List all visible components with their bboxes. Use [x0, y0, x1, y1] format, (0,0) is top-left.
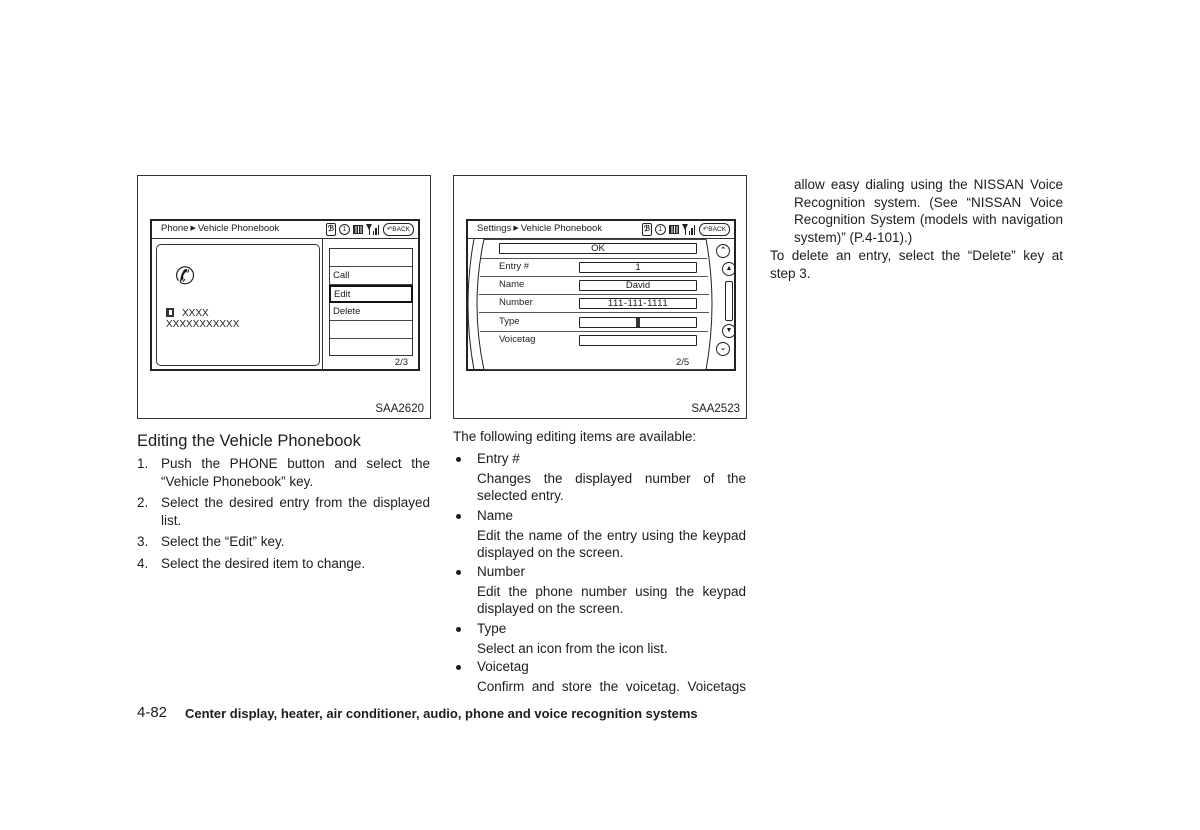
screen-header: Phone ▶ Vehicle Phonebook ℬ 1 ↶ BACK	[152, 221, 418, 239]
page-down-icon[interactable]: ⌄	[716, 342, 730, 356]
menu-item-edit[interactable]: Edit	[329, 285, 413, 303]
page-indicator: 2/5	[676, 357, 690, 368]
phone-handset-icon: ✆	[175, 263, 196, 290]
bullet-icon	[456, 665, 461, 670]
menu-item-delete[interactable]: Delete	[330, 303, 412, 321]
figure-label: SAA2523	[691, 403, 740, 415]
figure-label: SAA2620	[375, 403, 424, 415]
ok-button[interactable]: OK	[499, 243, 697, 254]
breadcrumb-arrow-icon: ▶	[513, 225, 519, 232]
breadcrumb: Settings ▶ Vehicle Phonebook	[477, 223, 602, 234]
bullet-icon	[456, 570, 461, 575]
breadcrumb-phone[interactable]: Phone	[161, 223, 188, 234]
page-up-icon[interactable]: ⌃	[716, 244, 730, 258]
bluetooth-icon: ℬ	[641, 222, 652, 236]
section-title: Center display, heater, air conditioner,…	[185, 706, 698, 721]
contact-number: XXXXXXXXXXX	[166, 318, 240, 330]
row-label-number: Number	[499, 297, 533, 308]
contact-panel: ✆ XXXX XXXXXXXXXXX	[156, 244, 320, 366]
bullet-icon	[456, 514, 461, 519]
menu-item-empty	[330, 249, 412, 267]
row-divider	[480, 331, 708, 332]
voicetag-continuation: allow easy dialing using the NISSAN Voic…	[794, 177, 1063, 245]
screen-header: Settings ▶ Vehicle Phonebook ℬ 1 ↶ BACK	[468, 221, 734, 239]
row-divider	[480, 276, 708, 277]
scroll-down-icon[interactable]: ▼	[722, 324, 736, 338]
row-divider	[479, 294, 709, 295]
info-icon: 1	[654, 223, 666, 235]
type-field[interactable]	[579, 317, 697, 328]
contact-info: XXXX XXXXXXXXXXX	[166, 308, 239, 330]
menu-item-empty	[330, 339, 412, 357]
name-field[interactable]: David	[579, 280, 697, 291]
figure-phonebook-entry: Phone ▶ Vehicle Phonebook ℬ 1 ↶ BACK ✆ XXXX…	[137, 175, 431, 419]
editing-intro: The following editing items are availabl…	[453, 429, 697, 444]
breadcrumb: Phone ▶ Vehicle Phonebook	[161, 223, 279, 234]
info-icon: 1	[338, 223, 350, 235]
screen-divider	[322, 238, 323, 371]
breadcrumb-settings[interactable]: Settings	[477, 223, 511, 234]
row-label-entry: Entry #	[499, 261, 530, 272]
number-field[interactable]: 111-111-1111	[579, 298, 697, 309]
status-icons: ℬ 1 ↶ BACK	[325, 222, 414, 236]
menu-list: Call Edit Delete	[329, 248, 413, 356]
voicetag-field[interactable]	[579, 335, 697, 346]
row-label-voicetag: Voicetag	[499, 334, 536, 345]
contact-name: XXXX	[182, 308, 209, 319]
battery-icon	[668, 224, 679, 234]
row-label-type: Type	[499, 316, 520, 327]
section-heading: Editing the Vehicle Phonebook	[137, 432, 361, 450]
back-button[interactable]: ↶ BACK	[698, 222, 730, 236]
breadcrumb-arrow-icon: ▶	[190, 225, 196, 232]
phone-screen: Phone ▶ Vehicle Phonebook ℬ 1 ↶ BACK ✆ XXXX…	[150, 219, 420, 371]
signal-icon	[365, 223, 380, 235]
row-divider	[479, 312, 709, 313]
entry-number-field[interactable]: 1	[579, 262, 697, 273]
row-label-name: Name	[499, 279, 525, 290]
scroll-up-icon[interactable]: ▲	[722, 262, 736, 276]
page-indicator: 2/3	[394, 357, 408, 368]
back-button[interactable]: ↶ BACK	[382, 222, 414, 236]
battery-icon	[352, 224, 363, 234]
breadcrumb-vehicle-phonebook: Vehicle Phonebook	[197, 223, 280, 234]
settings-screen: Settings ▶ Vehicle Phonebook ℬ 1 ↶ BACK OK …	[466, 219, 736, 371]
breadcrumb-vehicle-phonebook: Vehicle Phonebook	[520, 223, 603, 234]
menu-item-call[interactable]: Call	[330, 267, 412, 285]
bullet-icon	[456, 457, 461, 462]
status-icons: ℬ 1 ↶ BACK	[641, 222, 730, 236]
bluetooth-icon: ℬ	[325, 222, 336, 236]
page-number: 4-82	[137, 704, 168, 721]
signal-icon	[681, 223, 696, 235]
phone-type-icon	[636, 318, 640, 327]
bullet-icon	[456, 627, 461, 632]
menu-item-empty	[330, 321, 412, 339]
delete-entry-paragraph: To delete an entry, select the “Delete” …	[770, 248, 1063, 281]
phonebook-type-icon	[166, 308, 174, 317]
figure-phonebook-edit: Settings ▶ Vehicle Phonebook ℬ 1 ↶ BACK OK …	[453, 175, 747, 419]
row-divider	[481, 258, 707, 259]
scrollbar[interactable]	[725, 281, 733, 321]
